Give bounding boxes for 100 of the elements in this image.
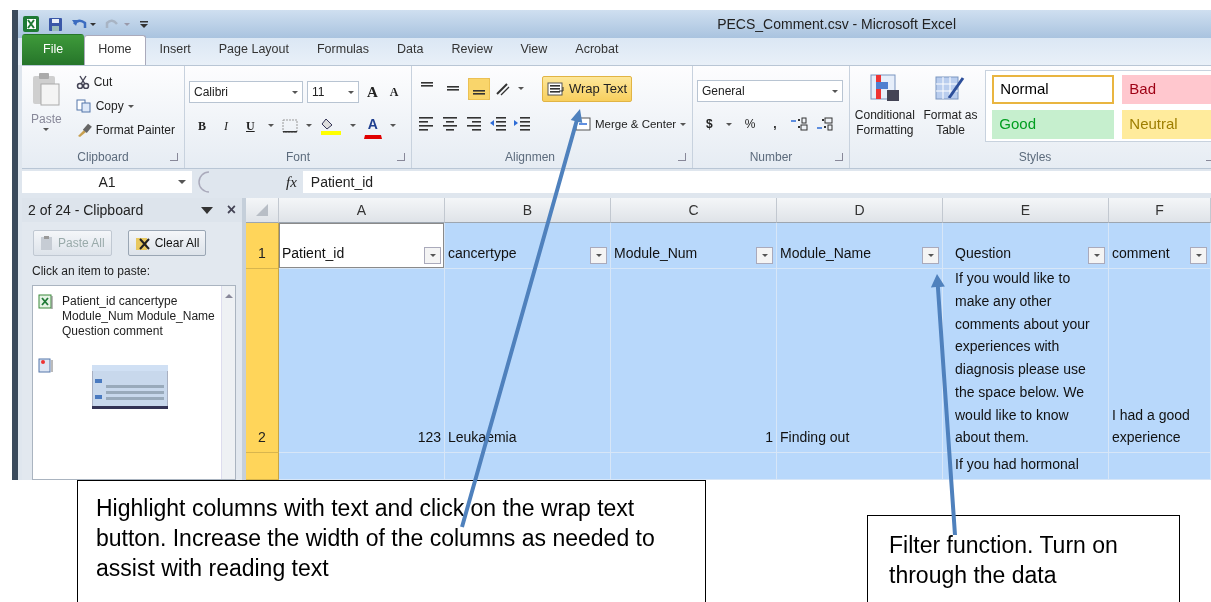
formula-field[interactable]: Patient_id [302, 171, 1211, 193]
column-header[interactable]: B [445, 198, 611, 223]
caret-icon[interactable] [680, 122, 687, 126]
dialog-launcher-icon[interactable] [397, 153, 405, 161]
caret-icon[interactable] [725, 122, 732, 126]
picture-file-icon [38, 357, 54, 373]
cell-style-option[interactable]: Normal [992, 75, 1115, 104]
caret-icon[interactable] [178, 180, 186, 184]
caret-icon[interactable] [348, 90, 354, 94]
dialog-launcher-icon[interactable] [170, 153, 178, 161]
grow-font-button[interactable]: A [363, 80, 382, 105]
clipboard-item-text[interactable]: Patient_id cancertype Module_Num Module_Name Question comment [62, 294, 217, 339]
caret-icon[interactable] [292, 90, 298, 94]
clipboard-icon [40, 235, 54, 251]
save-icon[interactable] [48, 16, 63, 32]
cell-text: Question [955, 244, 1012, 264]
spreadsheet-icon [22, 15, 40, 33]
column-header[interactable]: C [611, 198, 777, 223]
cancel-entry-icon [198, 171, 210, 193]
caret-icon[interactable] [595, 254, 602, 257]
fill-color-icon[interactable] [319, 116, 342, 135]
scrollbar[interactable] [221, 286, 235, 479]
caret-icon[interactable] [761, 254, 768, 257]
cut-button[interactable]: Cut [70, 70, 180, 94]
caret-icon[interactable] [127, 104, 134, 108]
file-tab[interactable]: File [22, 34, 85, 65]
cell-text: comment [1112, 244, 1170, 264]
conditional-formatting-button[interactable]: Conditional Formatting [854, 70, 916, 148]
group-label: Number [749, 150, 793, 164]
group-label: Alignmen [505, 150, 555, 164]
caret-icon[interactable] [832, 89, 838, 93]
font-name-field[interactable]: Calibri [189, 81, 303, 104]
align-center-icon[interactable] [440, 114, 460, 131]
column-header[interactable]: E [943, 198, 1109, 223]
row-header[interactable]: 1 [246, 223, 279, 269]
ribbon-tab[interactable]: Insert [145, 35, 205, 65]
align-right-icon[interactable] [464, 114, 484, 131]
comma-button[interactable]: , [768, 112, 782, 136]
caret-icon[interactable] [927, 254, 934, 257]
align-left-icon[interactable] [416, 114, 436, 131]
column-header[interactable]: F [1109, 198, 1211, 223]
cell-text: Patient_id [282, 244, 345, 264]
cell-style-option[interactable]: Bad [1122, 75, 1211, 104]
decrease-indent-icon[interactable] [488, 114, 508, 131]
percent-button[interactable]: % [739, 112, 761, 136]
spreadsheet-icon [38, 294, 54, 310]
borders-icon[interactable] [281, 118, 298, 133]
shrink-font-button[interactable]: A [385, 82, 403, 103]
scroll-up-icon[interactable] [224, 294, 233, 298]
caret-icon[interactable] [1195, 254, 1202, 257]
group-label: Clipboard [77, 150, 129, 164]
corner-triangle-icon [255, 203, 269, 217]
italic-button[interactable]: I [219, 113, 233, 138]
caret-icon[interactable] [305, 124, 312, 127]
ribbon-tab[interactable]: Formulas [302, 35, 384, 65]
name-box[interactable]: A1 [22, 171, 192, 193]
dialog-launcher-icon[interactable] [835, 153, 843, 161]
clipboard-icon [31, 72, 62, 106]
clear-icon [134, 235, 151, 251]
wrap-text-button[interactable]: Wrap Text [542, 76, 633, 102]
copy-button[interactable]: Copy [70, 94, 180, 118]
cell-text: I had a good experience [1112, 405, 1191, 448]
currency-button[interactable]: $ [701, 112, 718, 136]
bottom-align-icon[interactable] [468, 77, 490, 100]
ribbon-tab[interactable]: Home [84, 35, 146, 65]
font-size-field[interactable]: 11 [307, 81, 359, 104]
row-header[interactable]: 2 [246, 269, 279, 453]
window-title: PECS_Comment.csv - Microsoft Excel [717, 14, 956, 34]
bold-button[interactable]: B [193, 113, 211, 138]
clear-all-button[interactable]: Clear All [127, 230, 207, 256]
ribbon-tab[interactable]: Page Layout [204, 35, 303, 65]
decrease-decimal-icon[interactable] [815, 116, 834, 132]
increase-indent-icon[interactable] [512, 114, 532, 131]
fx-button[interactable]: fx [286, 170, 297, 194]
format-as-table-button[interactable]: Format as Table [919, 70, 982, 148]
increase-decimal-icon[interactable] [789, 116, 808, 132]
undo-icon[interactable] [71, 17, 97, 31]
caret-icon[interactable] [1093, 254, 1100, 257]
screenshot-thumbnail[interactable] [92, 365, 168, 409]
caret-icon[interactable] [389, 124, 396, 127]
ribbon-tab[interactable]: View [506, 35, 562, 65]
caret-icon[interactable] [349, 124, 356, 127]
column-header[interactable]: A [279, 198, 445, 223]
underline-button[interactable]: U [241, 113, 260, 138]
ribbon-tab[interactable]: Acrobat [561, 35, 633, 65]
close-button[interactable]: × [226, 198, 236, 222]
caret-icon[interactable] [518, 87, 524, 91]
caret-icon[interactable] [43, 128, 50, 131]
ribbon-tab[interactable]: Review [437, 35, 507, 65]
caret-icon[interactable] [429, 254, 436, 257]
caret-icon[interactable] [267, 124, 274, 127]
cell-text: Module_Name [780, 244, 872, 264]
column-header[interactable]: D [777, 198, 943, 223]
copy-icon [75, 99, 92, 113]
ribbon-tab[interactable]: Data [383, 35, 438, 65]
number-format-field[interactable]: General [697, 80, 843, 102]
pane-menu-icon[interactable] [200, 206, 213, 214]
font-color-button[interactable]: A [363, 112, 382, 139]
dialog-launcher-icon[interactable] [678, 153, 686, 161]
format-painter-button[interactable]: Format Painter [70, 118, 180, 142]
